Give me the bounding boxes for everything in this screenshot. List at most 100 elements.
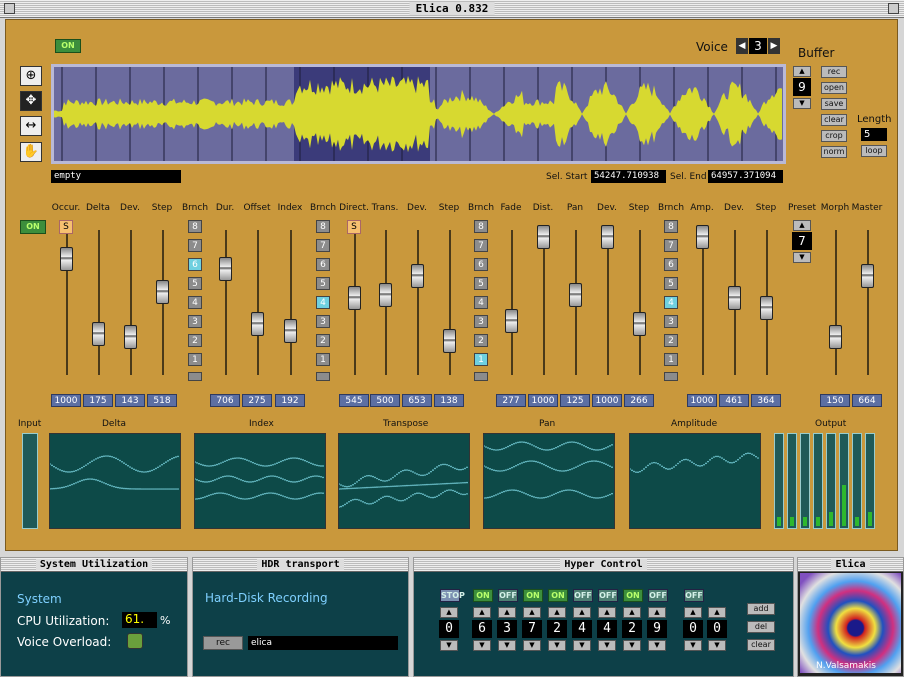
slider-value-3[interactable]: 518: [147, 394, 177, 407]
hyper-up-icon-3[interactable]: ▲: [523, 607, 541, 618]
slider-knob-9[interactable]: [348, 285, 361, 310]
branch-13-4[interactable]: 4: [474, 296, 488, 309]
branch-8-7[interactable]: 7: [316, 239, 330, 252]
branch-8-5[interactable]: 5: [316, 277, 330, 290]
window-titlebar[interactable]: Elica 0.832: [0, 0, 904, 18]
buffer-crop-button[interactable]: crop: [821, 130, 847, 142]
branch-8-8[interactable]: 8: [316, 220, 330, 233]
slider-knob-12[interactable]: [443, 328, 456, 353]
hdr-file-field[interactable]: elica: [248, 636, 398, 650]
slider-value-15[interactable]: 1000: [528, 394, 558, 407]
hyper-toggle-7[interactable]: OFF: [648, 589, 668, 602]
zoom-box[interactable]: [888, 3, 899, 14]
hyper-toggle-0[interactable]: ON: [473, 589, 493, 602]
buffer-clear-button[interactable]: clear: [821, 114, 847, 126]
slider-knob-20[interactable]: [696, 224, 709, 249]
waveform-display[interactable]: [51, 64, 786, 164]
slider-value-25[interactable]: 664: [852, 394, 882, 407]
hyper-down-icon-7[interactable]: ▼: [623, 640, 641, 651]
buffer-up-icon[interactable]: ▲: [793, 66, 811, 77]
slider-knob-25[interactable]: [861, 263, 874, 288]
hyper-down-icon-4[interactable]: ▼: [548, 640, 566, 651]
hyper-del-button[interactable]: del: [747, 621, 775, 633]
branch-4-1[interactable]: 1: [188, 353, 202, 366]
select-arrows-icon[interactable]: ↔: [20, 116, 42, 136]
buffer-save-button[interactable]: save: [821, 98, 847, 110]
slider-value-7[interactable]: 192: [275, 394, 305, 407]
slider-knob-5[interactable]: [219, 257, 232, 281]
hyper-down-icon-0[interactable]: ▼: [440, 640, 458, 651]
hyper-up-icon-9[interactable]: ▲: [684, 607, 702, 618]
branch-13-3[interactable]: 3: [474, 315, 488, 328]
hdr-rec-button[interactable]: rec: [203, 636, 243, 650]
hyper-down-icon-5[interactable]: ▼: [573, 640, 591, 651]
slider-value-24[interactable]: 150: [820, 394, 850, 407]
slider-value-0[interactable]: 1000: [51, 394, 81, 407]
hyper-down-icon-3[interactable]: ▼: [523, 640, 541, 651]
slider-knob-11[interactable]: [411, 263, 424, 288]
hyper-toggle-5[interactable]: OFF: [598, 589, 618, 602]
hyper-up-icon-6[interactable]: ▲: [598, 607, 616, 618]
branch-19-8[interactable]: 8: [664, 220, 678, 233]
wave-on-toggle[interactable]: ON: [55, 39, 81, 53]
slider-knob-22[interactable]: [760, 296, 773, 320]
voice-next-icon[interactable]: ▶: [768, 38, 780, 54]
branch-8-off[interactable]: [316, 372, 330, 381]
slider-value-10[interactable]: 500: [370, 394, 400, 407]
branch-4-5[interactable]: 5: [188, 277, 202, 290]
slider-knob-14[interactable]: [505, 309, 518, 333]
branch-13-5[interactable]: 5: [474, 277, 488, 290]
slider-knob-10[interactable]: [379, 283, 392, 307]
branch-19-2[interactable]: 2: [664, 334, 678, 347]
hyper-up-icon-5[interactable]: ▲: [573, 607, 591, 618]
slider-value-11[interactable]: 653: [402, 394, 432, 407]
branch-4-8[interactable]: 8: [188, 220, 202, 233]
hyper-toggle-2[interactable]: ON: [523, 589, 543, 602]
branch-13-8[interactable]: 8: [474, 220, 488, 233]
buffer-rec-button[interactable]: rec: [821, 66, 847, 78]
buffer-down-icon[interactable]: ▼: [793, 98, 811, 109]
hyper-toggle-4[interactable]: OFF: [573, 589, 593, 602]
hyper-up-icon-7[interactable]: ▲: [623, 607, 641, 618]
slider-knob-0[interactable]: [60, 246, 73, 271]
slider-value-18[interactable]: 266: [624, 394, 654, 407]
slider-value-17[interactable]: 1000: [592, 394, 622, 407]
hyper-toggle-1[interactable]: OFF: [498, 589, 518, 602]
slider-knob-21[interactable]: [728, 285, 741, 310]
params-on-toggle[interactable]: ON: [20, 220, 46, 234]
buffer-norm-button[interactable]: norm: [821, 146, 847, 158]
zoom-icon[interactable]: ⊕: [20, 66, 42, 86]
branch-8-4[interactable]: 4: [316, 296, 330, 309]
branch-19-6[interactable]: 6: [664, 258, 678, 271]
branch-4-4[interactable]: 4: [188, 296, 202, 309]
hyper-up-icon-2[interactable]: ▲: [498, 607, 516, 618]
slider-value-6[interactable]: 275: [242, 394, 272, 407]
branch-4-2[interactable]: 2: [188, 334, 202, 347]
hyper-toggle-6[interactable]: ON: [623, 589, 643, 602]
slider-value-5[interactable]: 706: [210, 394, 240, 407]
hyper-down-icon-1[interactable]: ▼: [473, 640, 491, 651]
hyper-down-icon-10[interactable]: ▼: [708, 640, 726, 651]
branch-4-3[interactable]: 3: [188, 315, 202, 328]
hyper-down-icon-9[interactable]: ▼: [684, 640, 702, 651]
loop-button[interactable]: loop: [861, 145, 887, 157]
slider-value-2[interactable]: 143: [115, 394, 145, 407]
branch-19-4[interactable]: 4: [664, 296, 678, 309]
hyper-up-icon-10[interactable]: ▲: [708, 607, 726, 618]
branch-19-7[interactable]: 7: [664, 239, 678, 252]
slider-value-21[interactable]: 461: [719, 394, 749, 407]
hyper-down-icon-2[interactable]: ▼: [498, 640, 516, 651]
slider-knob-24[interactable]: [829, 324, 842, 349]
slider-knob-1[interactable]: [92, 322, 105, 346]
slider-value-9[interactable]: 545: [339, 394, 369, 407]
slider-knob-15[interactable]: [537, 224, 550, 249]
slider-knob-18[interactable]: [633, 311, 646, 336]
slider-knob-17[interactable]: [601, 224, 614, 249]
hyper-toggle-8[interactable]: OFF: [684, 589, 704, 602]
hyper-stop-button[interactable]: STOP: [440, 589, 465, 602]
branch-19-1[interactable]: 1: [664, 353, 678, 366]
branch-13-1[interactable]: 1: [474, 353, 488, 366]
hyper-down-icon-8[interactable]: ▼: [648, 640, 666, 651]
branch-4-off[interactable]: [188, 372, 202, 381]
slider-value-12[interactable]: 138: [434, 394, 464, 407]
